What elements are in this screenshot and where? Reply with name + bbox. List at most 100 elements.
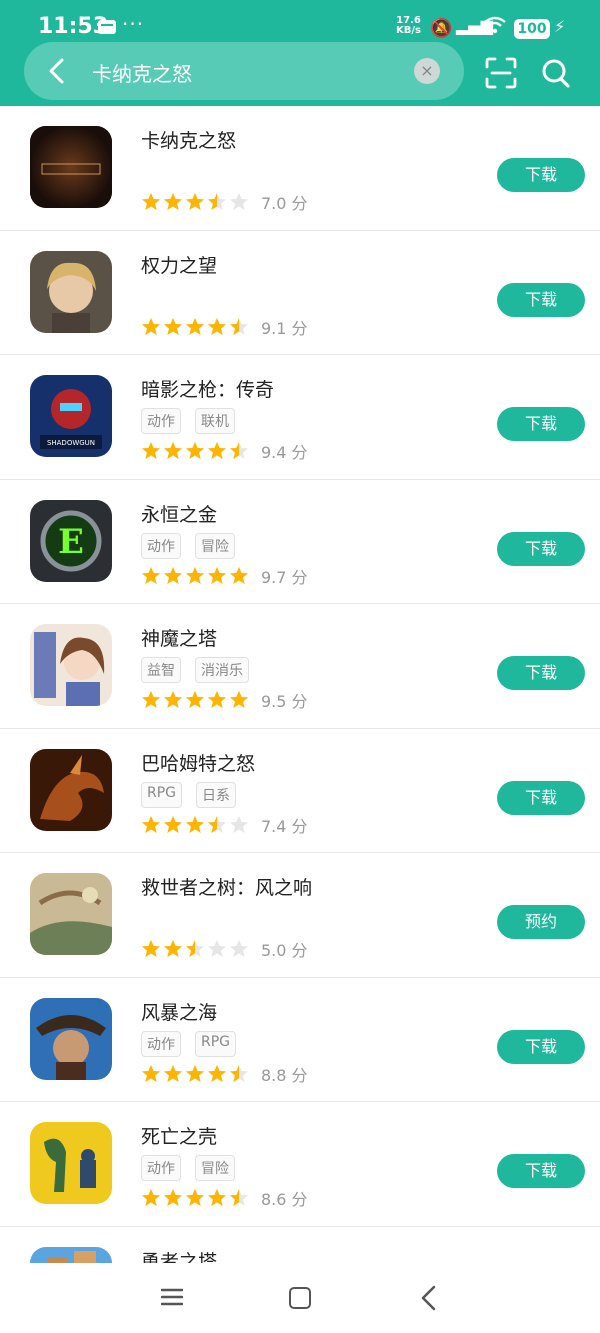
star-half-icon (229, 1188, 249, 1208)
star-rating: 9.1 分 (141, 315, 308, 339)
wifi-icon (484, 16, 506, 39)
star-full-icon (141, 1064, 161, 1084)
game-title[interactable]: 死亡之壳 (141, 1122, 217, 1149)
download-button[interactable]: 下载 (497, 1154, 585, 1188)
score-label: 9.5 分 (261, 692, 308, 711)
star-full-icon (163, 815, 183, 835)
star-half-icon (229, 1064, 249, 1084)
download-button[interactable]: 下载 (497, 531, 585, 566)
charging-icon: ⚡ (554, 17, 566, 36)
list-item[interactable]: SHADOWGUN 暗影之枪：传奇 动作 联机 9.4 分 下载 (0, 355, 600, 480)
star-full-icon (163, 566, 183, 586)
search-icon[interactable] (540, 56, 572, 90)
star-full-icon (141, 815, 161, 835)
star-full-icon (141, 192, 161, 212)
game-title[interactable]: 救世者之树：风之响 (141, 873, 312, 900)
star-full-icon (229, 690, 249, 710)
genre-tag: 日系 (196, 781, 237, 808)
blonde-character-icon[interactable] (30, 250, 112, 333)
genre-tag: 联机 (195, 408, 235, 434)
star-full-icon (141, 566, 161, 586)
star-rating: 8.6 分 (141, 1186, 308, 1210)
genre-tag: 动作 (141, 532, 181, 559)
shadowgun-robot-icon[interactable]: SHADOWGUN (30, 375, 112, 457)
download-button[interactable]: 下载 (497, 656, 585, 690)
game-title[interactable]: 权力之望 (141, 251, 217, 278)
star-full-icon (185, 1064, 205, 1084)
dragon-icon[interactable] (30, 748, 112, 831)
list-item[interactable]: 勇者之塔 (0, 1227, 600, 1264)
download-button[interactable]: 下载 (497, 780, 585, 815)
star-full-icon (207, 441, 227, 461)
star-half-icon (185, 939, 205, 959)
tower-castle-icon[interactable] (30, 1246, 112, 1263)
score-label: 8.6 分 (261, 1190, 308, 1209)
back-arrow-icon[interactable] (42, 56, 72, 86)
score-label: 9.4 分 (261, 443, 308, 462)
star-full-icon (141, 1188, 161, 1208)
genre-tag: RPG (195, 1030, 237, 1057)
tag-group: RPG 日系 (141, 781, 237, 808)
net-speed: 17.6 KB/s (396, 15, 421, 36)
list-item[interactable]: 神魔之塔 益智 消消乐 9.5 分 下载 (0, 604, 600, 729)
search-bar[interactable]: 卡纳克之怒 × (24, 42, 464, 100)
score-label: 7.4 分 (261, 816, 308, 836)
download-button[interactable]: 下载 (497, 158, 585, 192)
genre-tag: 动作 (141, 1030, 181, 1057)
more-icon: ··· (122, 12, 145, 36)
list-item[interactable]: E 永恒之金 动作 冒险 9.7 分 下载 (0, 480, 600, 604)
game-title[interactable]: 勇者之塔 (141, 1247, 217, 1264)
back-icon[interactable] (418, 1285, 440, 1311)
star-empty-icon (229, 192, 249, 212)
star-half-icon (207, 815, 227, 835)
star-full-icon (163, 192, 183, 212)
game-title[interactable]: 卡纳克之怒 (141, 126, 236, 153)
green-e-emblem-icon[interactable]: E (30, 499, 112, 582)
score-label: 7.0 分 (261, 194, 308, 213)
game-title[interactable]: 巴哈姆特之怒 (141, 749, 255, 776)
list-item[interactable]: 死亡之壳动作 冒险 8.6 分 下载 (0, 1102, 600, 1227)
star-half-icon (229, 317, 249, 337)
list-item[interactable]: 权力之望 9.1 分 下载 (0, 231, 600, 355)
star-full-icon (185, 317, 205, 337)
tag-group: 动作 冒险 (141, 532, 235, 559)
genre-tag: 益智 (141, 657, 181, 683)
reserve-button[interactable]: 预约 (497, 905, 585, 939)
menu-icon[interactable] (161, 1287, 183, 1307)
star-rating: 8.8 分 (141, 1062, 308, 1086)
star-full-icon (207, 1064, 227, 1084)
search-input[interactable]: 卡纳克之怒 (92, 58, 192, 87)
anime-girl-icon[interactable] (30, 624, 112, 706)
download-button[interactable]: 下载 (497, 282, 585, 317)
download-button[interactable]: 下载 (497, 1029, 585, 1064)
search-results-list[interactable]: 卡纳克之怒 7.0 分下载 权力之望 9.1 分下载 SHADOWGUN 暗影之枪：传奇动… (0, 106, 600, 1263)
pirate-captain-icon[interactable] (30, 997, 112, 1080)
home-icon[interactable] (289, 1287, 311, 1309)
star-rating: 7.0 分 (141, 190, 308, 214)
download-button[interactable]: 下载 (497, 407, 585, 441)
star-full-icon (163, 1064, 183, 1084)
game-title[interactable]: 暗影之枪：传奇 (141, 375, 274, 402)
star-full-icon (185, 815, 205, 835)
game-title[interactable]: 永恒之金 (141, 500, 217, 527)
genre-tag: 动作 (141, 1155, 181, 1181)
star-full-icon (185, 441, 205, 461)
list-item[interactable]: 卡纳克之怒 7.0 分 下载 (0, 106, 600, 231)
svg-text:E: E (58, 522, 84, 562)
game-title[interactable]: 神魔之塔 (141, 624, 217, 651)
tag-group: 动作 冒险 (141, 1155, 235, 1181)
clear-search-icon[interactable]: × (414, 58, 440, 84)
game-title[interactable]: 风暴之海 (141, 998, 217, 1025)
star-half-icon (229, 441, 249, 461)
list-item[interactable]: 巴哈姆特之怒 RPG 日系 7.4 分 下载 (0, 729, 600, 853)
scan-icon[interactable] (484, 56, 518, 90)
list-item[interactable]: 风暴之海动作 RPG 8.8 分 下载 (0, 978, 600, 1102)
svg-text:SHADOWGUN: SHADOWGUN (47, 439, 95, 447)
karnak-game-icon[interactable] (30, 126, 112, 208)
star-full-icon (207, 317, 227, 337)
list-item[interactable]: 救世者之树：风之响 5.0 分 预约 (0, 853, 600, 978)
star-full-icon (163, 441, 183, 461)
alien-soldier-icon[interactable] (30, 1122, 112, 1204)
fantasy-landscape-icon[interactable] (30, 873, 112, 955)
star-full-icon (185, 566, 205, 586)
